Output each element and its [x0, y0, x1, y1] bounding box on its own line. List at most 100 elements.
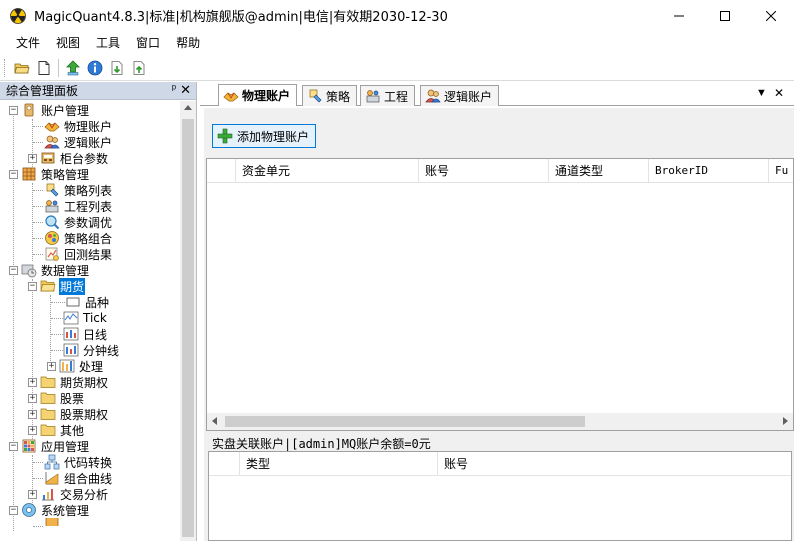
menu-view[interactable]: 视图 — [48, 31, 88, 56]
expand-toggle[interactable]: + — [28, 393, 37, 403]
tab-label: 工程 — [384, 89, 409, 104]
tree-node-project-list[interactable]: 工程列表 — [44, 198, 113, 214]
tree-node-strategy-mgmt[interactable]: − 策略管理 — [9, 166, 90, 182]
tab-physical-account[interactable]: 物理账户 — [218, 84, 298, 106]
tree-label: 策略列表 — [64, 183, 113, 198]
tree-node-daily[interactable]: 日线 — [63, 326, 108, 342]
column-header-account[interactable]: 账号 — [418, 159, 548, 183]
collapse-toggle[interactable]: − — [9, 265, 18, 275]
pin-icon[interactable]: ᵖ — [172, 83, 176, 95]
tree-node-stock-options[interactable]: + 股票期权 — [28, 406, 109, 422]
sync-button[interactable] — [62, 57, 84, 79]
column-header-channel-type[interactable]: 通道类型 — [548, 159, 648, 183]
grid-horizontal-scrollbar[interactable] — [207, 413, 793, 430]
panel-close-icon[interactable]: ✕ — [180, 82, 191, 98]
tree-label: 账户管理 — [41, 103, 90, 118]
menu-tools[interactable]: 工具 — [88, 31, 128, 56]
account-mgmt-icon — [21, 102, 37, 118]
menu-window[interactable]: 窗口 — [128, 31, 168, 56]
scroll-left-icon[interactable] — [212, 417, 217, 425]
expand-toggle[interactable]: + — [28, 489, 37, 499]
tree-node-tick[interactable]: Tick — [63, 310, 108, 326]
minimize-icon — [674, 15, 684, 16]
tree-label: 股票期权 — [60, 407, 109, 422]
grid-header: 资金单元 账号 通道类型 BrokerID Fu — [207, 159, 793, 183]
column-header-account[interactable]: 账号 — [437, 452, 791, 476]
scroll-up-icon[interactable] — [184, 105, 192, 110]
tree-node-data-mgmt[interactable]: − 数据管理 — [9, 262, 90, 278]
column-header-fund-unit[interactable]: 资金单元 — [235, 159, 418, 183]
info-button[interactable] — [84, 57, 106, 79]
tree-node-strategy-combo[interactable]: 策略组合 — [44, 230, 113, 246]
tree-node-trade-analysis[interactable]: + 交易分析 — [28, 486, 109, 502]
tree-node-others[interactable]: + 其他 — [28, 422, 85, 438]
collapse-toggle[interactable]: − — [9, 505, 18, 515]
expand-toggle[interactable]: + — [28, 377, 37, 387]
maximize-button[interactable] — [702, 0, 748, 31]
collapse-toggle[interactable]: − — [28, 281, 37, 291]
folder-open-icon — [40, 278, 56, 294]
download-button[interactable] — [106, 57, 128, 79]
menu-file[interactable]: 文件 — [8, 31, 48, 56]
column-header-type[interactable]: 类型 — [239, 452, 437, 476]
data-mgmt-icon — [21, 262, 37, 278]
open-button[interactable] — [11, 57, 33, 79]
collapse-toggle[interactable]: − — [9, 441, 18, 451]
info-icon — [87, 60, 103, 76]
scroll-right-icon[interactable] — [783, 417, 788, 425]
expand-toggle[interactable]: + — [28, 153, 37, 163]
tree-node-account-mgmt[interactable]: − 账户管理 — [9, 102, 90, 118]
project-list-icon — [44, 198, 60, 214]
tree-node-physical-account[interactable]: 物理账户 — [44, 118, 113, 134]
window-title: MagicQuant4.8.3|标准|机构旗舰版@admin|电信|有效期203… — [34, 10, 448, 25]
tab-logical-account[interactable]: 逻辑账户 — [420, 85, 500, 106]
scroll-thumb[interactable] — [182, 119, 194, 537]
tree-scrollbar[interactable] — [180, 101, 196, 541]
tab-strategy[interactable]: 策略 — [302, 85, 358, 106]
magnifier-icon — [44, 214, 60, 230]
tree-node-code-convert[interactable]: 代码转换 — [44, 454, 113, 470]
scroll-thumb[interactable] — [225, 416, 585, 427]
collapse-toggle[interactable]: − — [9, 105, 18, 115]
tree-node-app-mgmt[interactable]: − 应用管理 — [9, 438, 90, 454]
tab-strip: 物理账户 策略 工程 逻辑账户 ▼ ✕ — [200, 82, 794, 106]
tree-node-combo-curve[interactable]: 组合曲线 — [44, 470, 113, 486]
tab-project[interactable]: 工程 — [360, 85, 416, 106]
combo-icon — [44, 230, 60, 246]
expand-toggle[interactable]: + — [47, 361, 56, 371]
tab-close-icon[interactable]: ✕ — [774, 86, 784, 100]
app-grid-icon — [21, 438, 37, 454]
toolbar-grip[interactable] — [4, 59, 7, 77]
physical-accounts-grid[interactable]: 资金单元 账号 通道类型 BrokerID Fu — [206, 158, 794, 431]
tree-node-strategy-list[interactable]: 策略列表 — [44, 182, 113, 198]
tree-node-symbols[interactable]: 品种 — [65, 294, 110, 310]
tree-node-param-tuning[interactable]: 参数调优 — [44, 214, 113, 230]
tree-node-counter-params[interactable]: + 柜台参数 — [28, 150, 109, 166]
column-header-fu[interactable]: Fu — [768, 159, 794, 183]
menu-bar: 文件 视图 工具 窗口 帮助 — [0, 31, 794, 56]
column-header-broker-id[interactable]: BrokerID — [648, 159, 768, 183]
new-button[interactable] — [33, 57, 55, 79]
minimize-button[interactable] — [656, 0, 702, 31]
upload-button[interactable] — [128, 57, 150, 79]
expand-toggle[interactable]: + — [28, 409, 37, 419]
code-convert-icon — [44, 454, 60, 470]
add-physical-account-button[interactable]: 添加物理账户 — [212, 124, 317, 148]
tree-node-stocks[interactable]: + 股票 — [28, 390, 85, 406]
tree-node-backtest-results[interactable]: 回测结果 — [44, 246, 113, 262]
close-window-button[interactable] — [748, 0, 794, 31]
collapse-toggle[interactable]: − — [9, 169, 18, 179]
menu-help[interactable]: 帮助 — [168, 31, 208, 56]
tree-node-futures-options[interactable]: + 期货期权 — [28, 374, 109, 390]
analysis-icon — [40, 486, 56, 502]
expand-toggle[interactable]: + — [28, 425, 37, 435]
tree-node-minute[interactable]: 分钟线 — [63, 342, 120, 358]
tree-label: 系统管理 — [41, 503, 90, 518]
tree-node-processing[interactable]: + 处理 — [47, 358, 104, 374]
tree-node-system-mgmt[interactable]: − 系统管理 — [9, 502, 90, 518]
nav-tree: − 账户管理 物理账户 逻辑账户 + 柜台参数 − 策略管理 策略列表 工程列表… — [0, 101, 180, 541]
tree-node-logical-account[interactable]: 逻辑账户 — [44, 134, 113, 150]
tab-dropdown-icon[interactable]: ▼ — [756, 87, 767, 99]
tree-node-futures[interactable]: − 期货 — [28, 277, 86, 295]
linked-accounts-grid[interactable]: 类型 账号 — [208, 451, 792, 541]
